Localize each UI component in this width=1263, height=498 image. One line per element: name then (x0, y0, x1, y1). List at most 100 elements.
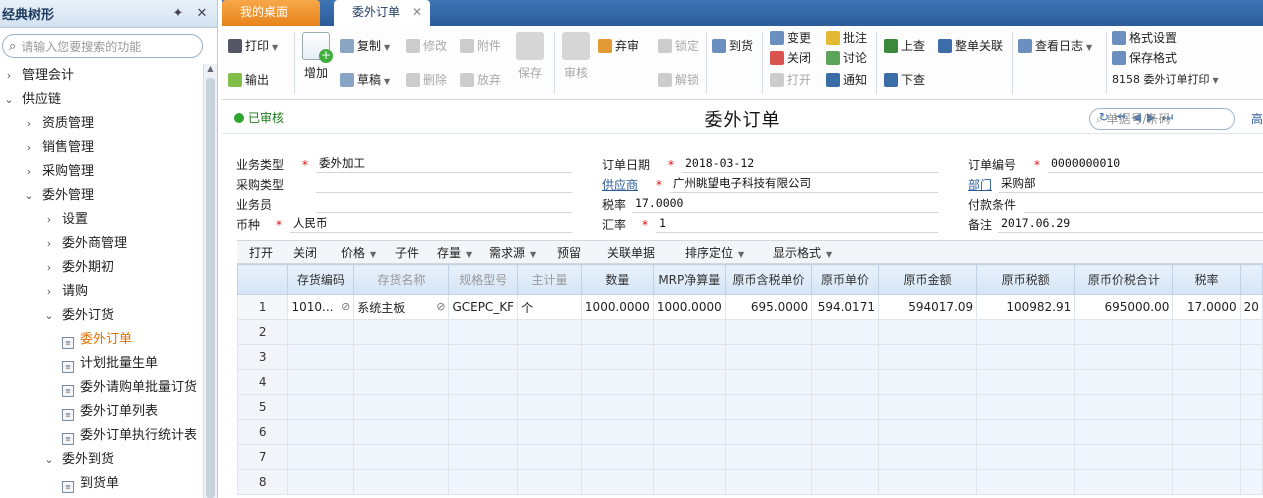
table-cell[interactable] (976, 394, 1076, 420)
pin-icon[interactable]: ✦ (169, 6, 187, 21)
currency-value[interactable]: 人民币 (290, 214, 572, 233)
chevron-right-icon[interactable]: › (2, 64, 16, 88)
table-cell[interactable] (724, 469, 813, 495)
grid-reserve-button[interactable]: 预留 (557, 244, 581, 261)
table-cell[interactable] (1074, 419, 1174, 445)
scrollbar-thumb[interactable] (206, 78, 215, 498)
column-header[interactable] (237, 264, 289, 295)
table-cell[interactable] (976, 419, 1076, 445)
arrival-button[interactable]: 到货 (712, 36, 753, 56)
table-cell[interactable] (1074, 469, 1174, 495)
scroll-up-icon[interactable]: ▲ (204, 64, 217, 76)
grid-sort-button[interactable]: 排序定位 ▼ (685, 244, 744, 261)
add-button[interactable]: + 增加 (302, 32, 333, 81)
table-cell[interactable] (287, 444, 355, 470)
column-header[interactable] (1239, 264, 1263, 295)
grid-open-button[interactable]: 打开 (249, 244, 273, 261)
table-cell[interactable] (976, 344, 1076, 370)
table-cell[interactable]: 594.0171 (811, 294, 879, 320)
table-cell[interactable]: 17.0000 (1172, 294, 1241, 320)
table-cell[interactable] (448, 469, 519, 495)
modify-button[interactable]: 修改 (406, 36, 447, 56)
table-cell[interactable] (877, 344, 978, 370)
table-cell[interactable] (517, 394, 582, 420)
table-cell[interactable] (353, 444, 450, 470)
chevron-down-icon[interactable]: ⌄ (22, 184, 36, 208)
table-cell[interactable] (1172, 469, 1241, 495)
table-row[interactable]: 7 (237, 444, 1263, 470)
table-cell[interactable] (1239, 394, 1263, 420)
chevron-down-icon[interactable]: ⌄ (2, 88, 16, 112)
column-header[interactable]: 原币含税单价 (724, 264, 813, 295)
table-row[interactable]: 4 (237, 369, 1263, 395)
table-cell[interactable] (811, 419, 879, 445)
table-cell[interactable]: 个 (517, 294, 582, 320)
table-cell[interactable] (652, 394, 726, 420)
sidebar-item[interactable]: ≡ 委外请购单批量订货 (0, 376, 203, 400)
paperclip-icon[interactable]: ⊘ (341, 300, 350, 313)
table-cell[interactable] (448, 344, 519, 370)
grid-demand-button[interactable]: 需求源 ▼ (489, 244, 536, 261)
table-cell[interactable] (1239, 319, 1263, 345)
format-setting-button[interactable]: 格式设置 (1112, 28, 1177, 48)
column-header[interactable]: 原币价税合计 (1074, 264, 1174, 295)
table-cell[interactable] (353, 344, 450, 370)
grid-close-button[interactable]: 关闭 (293, 244, 317, 261)
table-cell[interactable] (353, 369, 450, 395)
table-cell[interactable] (811, 369, 879, 395)
table-cell[interactable]: GCEPC_KF (448, 294, 519, 320)
table-cell[interactable] (353, 319, 450, 345)
export-button[interactable]: 输出 (228, 70, 269, 90)
table-cell[interactable] (517, 344, 582, 370)
save-format-button[interactable]: 保存格式 (1112, 48, 1177, 68)
table-cell[interactable]: 695000.00 (1074, 294, 1174, 320)
table-cell[interactable] (580, 319, 654, 345)
table-cell[interactable] (877, 369, 978, 395)
column-header[interactable]: 存货编码 (287, 264, 355, 295)
department-link[interactable]: 部门 (968, 176, 992, 193)
sidebar-item[interactable]: › 资质管理 (0, 112, 203, 136)
chevron-down-icon[interactable]: ⌄ (42, 304, 56, 328)
document-search-input[interactable]: ⌕ 单据号/条码 (1089, 108, 1235, 130)
chevron-right-icon[interactable]: › (42, 208, 56, 232)
tab-my-desktop[interactable]: 我的桌面 (222, 0, 320, 26)
order-no-value[interactable]: 0000000010 (1048, 154, 1263, 173)
table-cell[interactable] (976, 469, 1076, 495)
grid-related-button[interactable]: 关联单据 (607, 244, 655, 261)
table-cell[interactable] (517, 469, 582, 495)
department-value[interactable]: 采购部 (998, 174, 1263, 193)
open-order-button[interactable]: 打开 (770, 70, 811, 90)
table-cell[interactable] (448, 394, 519, 420)
chevron-right-icon[interactable]: › (22, 136, 36, 160)
table-row[interactable]: 8 (237, 469, 1263, 495)
table-cell[interactable] (580, 444, 654, 470)
sidebar-item[interactable]: ⌄ 委外到货 (0, 448, 203, 472)
table-cell[interactable] (1239, 444, 1263, 470)
table-cell[interactable] (1239, 344, 1263, 370)
table-cell[interactable] (652, 444, 726, 470)
table-cell[interactable] (724, 344, 813, 370)
table-row[interactable]: 5 (237, 394, 1263, 420)
table-cell[interactable] (1172, 344, 1241, 370)
sidebar-item[interactable]: ≡ 委外订单列表 (0, 400, 203, 424)
sidebar-item[interactable]: › 委外期初 (0, 256, 203, 280)
query-up-button[interactable]: 上查 (884, 36, 925, 56)
table-cell[interactable] (1239, 419, 1263, 445)
table-cell[interactable] (517, 444, 582, 470)
supplier-value[interactable]: 广州眺望电子科技有限公司 (670, 174, 938, 193)
annotate-button[interactable]: 批注 (826, 28, 867, 48)
business-type-value[interactable]: 委外加工 (316, 154, 572, 173)
supplier-link[interactable]: 供应商 (602, 176, 638, 193)
table-row[interactable]: 1 1010... ⊘ 系统主板 ⊘ GCEPC_KF 个 1000.0000 1000.000… (237, 294, 1263, 320)
table-cell[interactable] (877, 444, 978, 470)
change-button[interactable]: 变更 (770, 28, 811, 48)
chevron-right-icon[interactable]: › (42, 232, 56, 256)
table-cell[interactable]: 695.0000 (724, 294, 813, 320)
remark-value[interactable]: 2017.06.29 (998, 214, 1263, 233)
abandon-button[interactable]: 放弃 (460, 70, 501, 90)
table-cell[interactable] (580, 419, 654, 445)
table-cell[interactable] (1172, 394, 1241, 420)
table-cell[interactable] (287, 344, 355, 370)
copy-button[interactable]: 复制 ▼ (340, 36, 390, 56)
table-cell[interactable] (1074, 444, 1174, 470)
